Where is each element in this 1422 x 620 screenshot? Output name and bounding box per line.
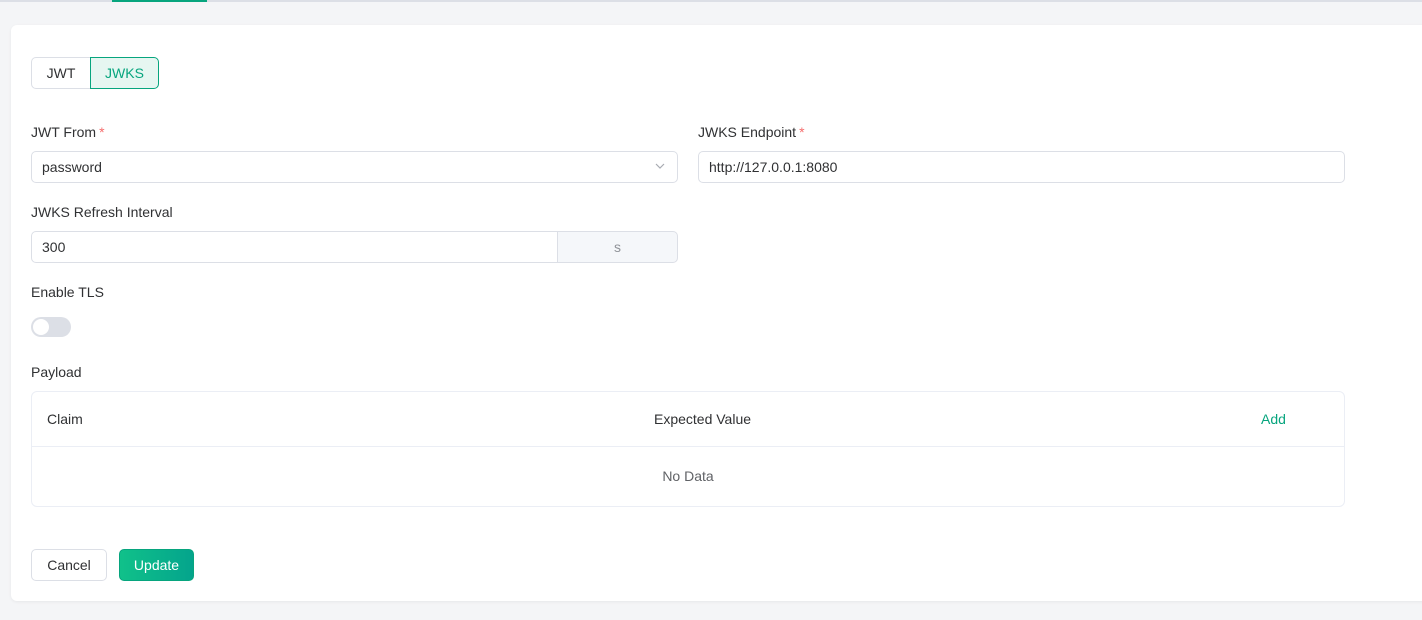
jwks-refresh-interval-label: JWKS Refresh Interval [31,204,173,220]
column-claim: Claim [47,411,83,427]
jwks-refresh-interval-value: 300 [42,239,66,255]
column-expected-value: Expected Value [654,411,752,427]
enable-tls-label: Enable TLS [31,284,104,300]
jwt-from-select[interactable]: password [31,151,678,183]
mode-switch: JWT JWKS [31,57,159,89]
required-mark: * [799,124,805,140]
mode-jwt-button[interactable]: JWT [31,57,91,89]
jwks-endpoint-value: http://127.0.0.1:8080 [709,159,838,175]
empty-placeholder: No Data [662,468,714,484]
jwks-refresh-interval-input[interactable]: 300 [31,231,558,263]
payload-table: Claim Expected Value Add No Data [31,391,1345,507]
top-tab-bar [0,0,1422,2]
jwks-endpoint-label: JWKS Endpoint * [698,122,805,142]
toggle-knob [33,319,49,335]
auth-config-card: JWT JWKS JWT From * password JWKS Endpoin… [11,25,1422,601]
mode-jwks-button[interactable]: JWKS [90,57,159,89]
jwks-endpoint-label-text: JWKS Endpoint [698,124,797,140]
interval-unit-suffix: s [557,231,678,263]
jwt-from-label: JWT From * [31,122,105,142]
payload-table-header: Claim Expected Value Add [32,392,1344,447]
active-tab-indicator [112,0,207,2]
required-mark: * [99,124,105,140]
cancel-button[interactable]: Cancel [31,549,107,581]
jwt-from-value: password [42,159,102,175]
chevron-down-icon [655,163,665,169]
add-claim-button[interactable]: Add [1261,392,1286,446]
payload-label: Payload [31,364,82,380]
update-button[interactable]: Update [119,549,194,581]
jwt-from-label-text: JWT From [31,124,97,140]
enable-tls-toggle[interactable] [31,317,71,337]
jwks-endpoint-input[interactable]: http://127.0.0.1:8080 [698,151,1345,183]
